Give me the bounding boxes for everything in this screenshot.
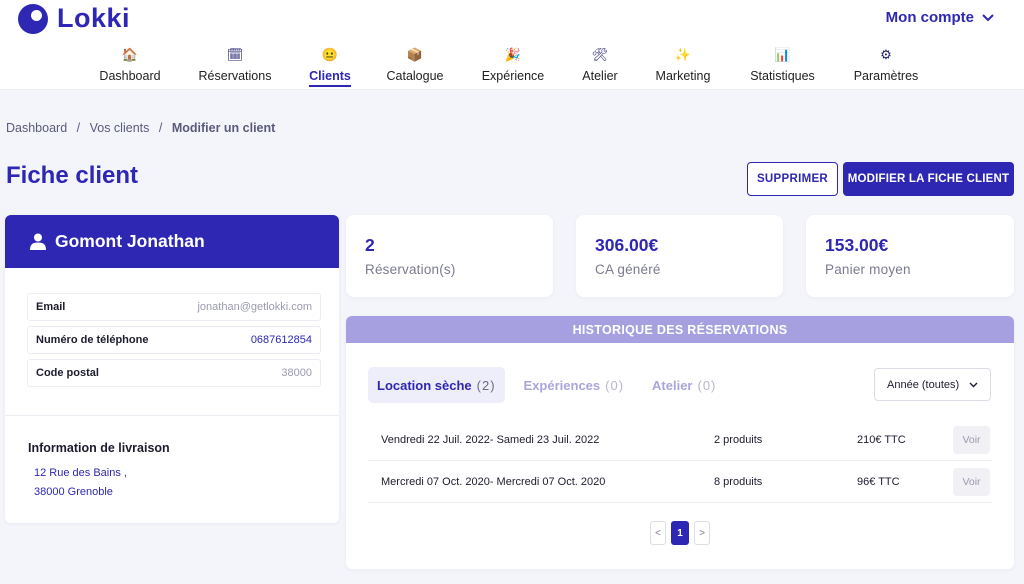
nav-item-marketing[interactable]: ✨ Marketing xyxy=(655,44,711,90)
stat-card-revenue: 306.00€ CA généré xyxy=(576,215,783,297)
nav-label: Catalogue xyxy=(386,69,444,83)
year-filter-value: Année (toutes) xyxy=(887,378,960,391)
breadcrumb-link-clients[interactable]: Vos clients xyxy=(90,121,150,135)
stat-value: 2 xyxy=(365,235,375,255)
stat-value: 306.00€ xyxy=(595,235,659,255)
tab-label: Expériences xyxy=(523,377,601,393)
table-row: Mercredi 07 Oct. 2020- Mercredi 07 Oct. … xyxy=(368,461,992,503)
info-label: Email xyxy=(36,301,66,313)
reservation-price: 210€ TTC xyxy=(857,433,906,446)
breadcrumb-separator: / xyxy=(158,121,163,135)
nav-label: Statistiques xyxy=(750,69,815,83)
logo-icon xyxy=(18,3,48,34)
nav-item-clients[interactable]: 😐 Clients xyxy=(309,44,351,90)
info-label: Numéro de téléphone xyxy=(36,334,149,346)
chevron-down-icon xyxy=(969,382,978,387)
shipping-title: Information de livraison xyxy=(28,441,170,455)
sparkles-icon: ✨ xyxy=(674,47,692,62)
calendar-icon: 🗓 xyxy=(226,47,244,62)
account-menu[interactable]: Mon compte xyxy=(886,9,994,26)
stat-card-average-basket: 153.00€ Panier moyen xyxy=(806,215,1014,297)
tab-experiences[interactable]: Expériences (0) xyxy=(515,367,634,403)
breadcrumb-current: Modifier un client xyxy=(171,121,276,135)
nav-label: Paramètres xyxy=(853,69,919,83)
history-tabs: Location sèche (2) Expériences (0) Ateli… xyxy=(368,367,735,403)
reservation-history-panel: HISTORIQUE DES RÉSERVATIONS Location sèc… xyxy=(346,316,1014,569)
table-row: Vendredi 22 Juil. 2022- Samedi 23 Juil. … xyxy=(368,419,992,461)
nav-label: Dashboard xyxy=(99,69,161,83)
stat-card-reservations: 2 Réservation(s) xyxy=(346,215,553,297)
email-value: jonathan@getlokki.com xyxy=(197,301,312,313)
smiley-icon: 😐 xyxy=(321,47,339,62)
nav-label: Clients xyxy=(309,69,351,83)
client-info-list: Email jonathan@getlokki.com Numéro de té… xyxy=(27,293,321,392)
divider xyxy=(5,415,339,416)
info-row-postal-code: Code postal 38000 xyxy=(27,359,321,387)
user-icon xyxy=(30,233,46,250)
pagination-next-button[interactable]: > xyxy=(694,521,710,545)
nav-item-statistiques[interactable]: 📊 Statistiques xyxy=(748,44,817,90)
nav-item-reservations[interactable]: 🗓 Réservations xyxy=(197,44,273,90)
shipping-address-line2: 38000 Grenoble xyxy=(34,486,113,498)
nav-item-catalogue[interactable]: 📦 Catalogue xyxy=(386,44,444,90)
party-popper-icon: 🎉 xyxy=(504,47,522,62)
breadcrumb-separator: / xyxy=(76,121,81,135)
bar-chart-icon: 📊 xyxy=(774,47,791,62)
client-card: Gomont Jonathan Email jonathan@getlokki.… xyxy=(5,215,339,523)
info-label: Code postal xyxy=(36,367,99,379)
phone-value[interactable]: 0687612854 xyxy=(251,334,312,346)
nav-label: Atelier xyxy=(582,69,618,83)
reservation-products: 2 produits xyxy=(714,433,763,446)
nav-item-experience[interactable]: 🎉 Expérience xyxy=(481,44,545,90)
reservation-dates: Mercredi 07 Oct. 2020- Mercredi 07 Oct. … xyxy=(381,475,606,488)
pagination-page-current[interactable]: 1 xyxy=(671,521,689,545)
reservation-products: 8 produits xyxy=(714,475,763,488)
shipping-address-line1: 12 Rue des Bains , xyxy=(34,467,127,479)
tab-location-seche[interactable]: Location sèche (2) xyxy=(368,367,505,403)
tab-count: (0) xyxy=(697,377,717,393)
pagination: < 1 > xyxy=(650,521,715,545)
nav-label: Expérience xyxy=(481,69,545,83)
nav-item-dashboard[interactable]: 🏠 Dashboard xyxy=(99,44,161,90)
tools-icon: 🛠 xyxy=(591,47,609,62)
view-reservation-button[interactable]: Voir xyxy=(953,425,990,454)
account-label: Mon compte xyxy=(885,9,974,26)
tab-count: (0) xyxy=(605,377,625,393)
client-name: Gomont Jonathan xyxy=(55,231,205,251)
tab-atelier[interactable]: Atelier (0) xyxy=(643,367,725,403)
view-reservation-button[interactable]: Voir xyxy=(953,467,990,496)
top-bar: Lokki Mon compte 🏠 Dashboard 🗓 Réservati… xyxy=(0,0,1024,90)
tab-label: Location sèche xyxy=(377,377,472,393)
info-row-email: Email jonathan@getlokki.com xyxy=(27,293,321,321)
stat-label: Panier moyen xyxy=(825,262,911,277)
package-icon: 📦 xyxy=(406,47,424,62)
nav-item-atelier[interactable]: 🛠 Atelier xyxy=(581,44,619,90)
nav-label: Marketing xyxy=(655,69,711,83)
history-title: HISTORIQUE DES RÉSERVATIONS xyxy=(346,316,1014,343)
reservation-price: 96€ TTC xyxy=(857,475,900,488)
pagination-prev-button[interactable]: < xyxy=(650,521,666,545)
postal-code-value: 38000 xyxy=(281,367,312,379)
tab-label: Atelier xyxy=(652,377,693,393)
gear-icon: ⚙ xyxy=(880,47,892,62)
stat-value: 153.00€ xyxy=(825,235,889,255)
info-row-phone: Numéro de téléphone 0687612854 xyxy=(27,326,321,354)
year-filter-select[interactable]: Année (toutes) xyxy=(874,368,991,401)
client-card-header: Gomont Jonathan xyxy=(5,215,339,268)
stat-label: Réservation(s) xyxy=(365,262,456,277)
nav-label: Réservations xyxy=(198,69,272,83)
breadcrumb-link-dashboard[interactable]: Dashboard xyxy=(6,121,67,135)
nav-item-parametres[interactable]: ⚙ Paramètres xyxy=(853,44,919,90)
house-icon: 🏠 xyxy=(121,47,139,62)
chevron-down-icon xyxy=(982,13,994,21)
delete-client-button[interactable]: SUPPRIMER xyxy=(747,162,838,196)
brand-name: Lokki xyxy=(57,3,131,33)
reservation-dates: Vendredi 22 Juil. 2022- Samedi 23 Juil. … xyxy=(381,433,600,446)
breadcrumb: Dashboard / Vos clients / Modifier un cl… xyxy=(6,121,275,135)
edit-client-button[interactable]: MODIFIER LA FICHE CLIENT xyxy=(843,162,1014,196)
page-title: Fiche client xyxy=(6,162,139,189)
brand-logo[interactable]: Lokki xyxy=(18,3,130,34)
tab-count: (2) xyxy=(476,377,496,393)
stat-label: CA généré xyxy=(595,262,661,277)
